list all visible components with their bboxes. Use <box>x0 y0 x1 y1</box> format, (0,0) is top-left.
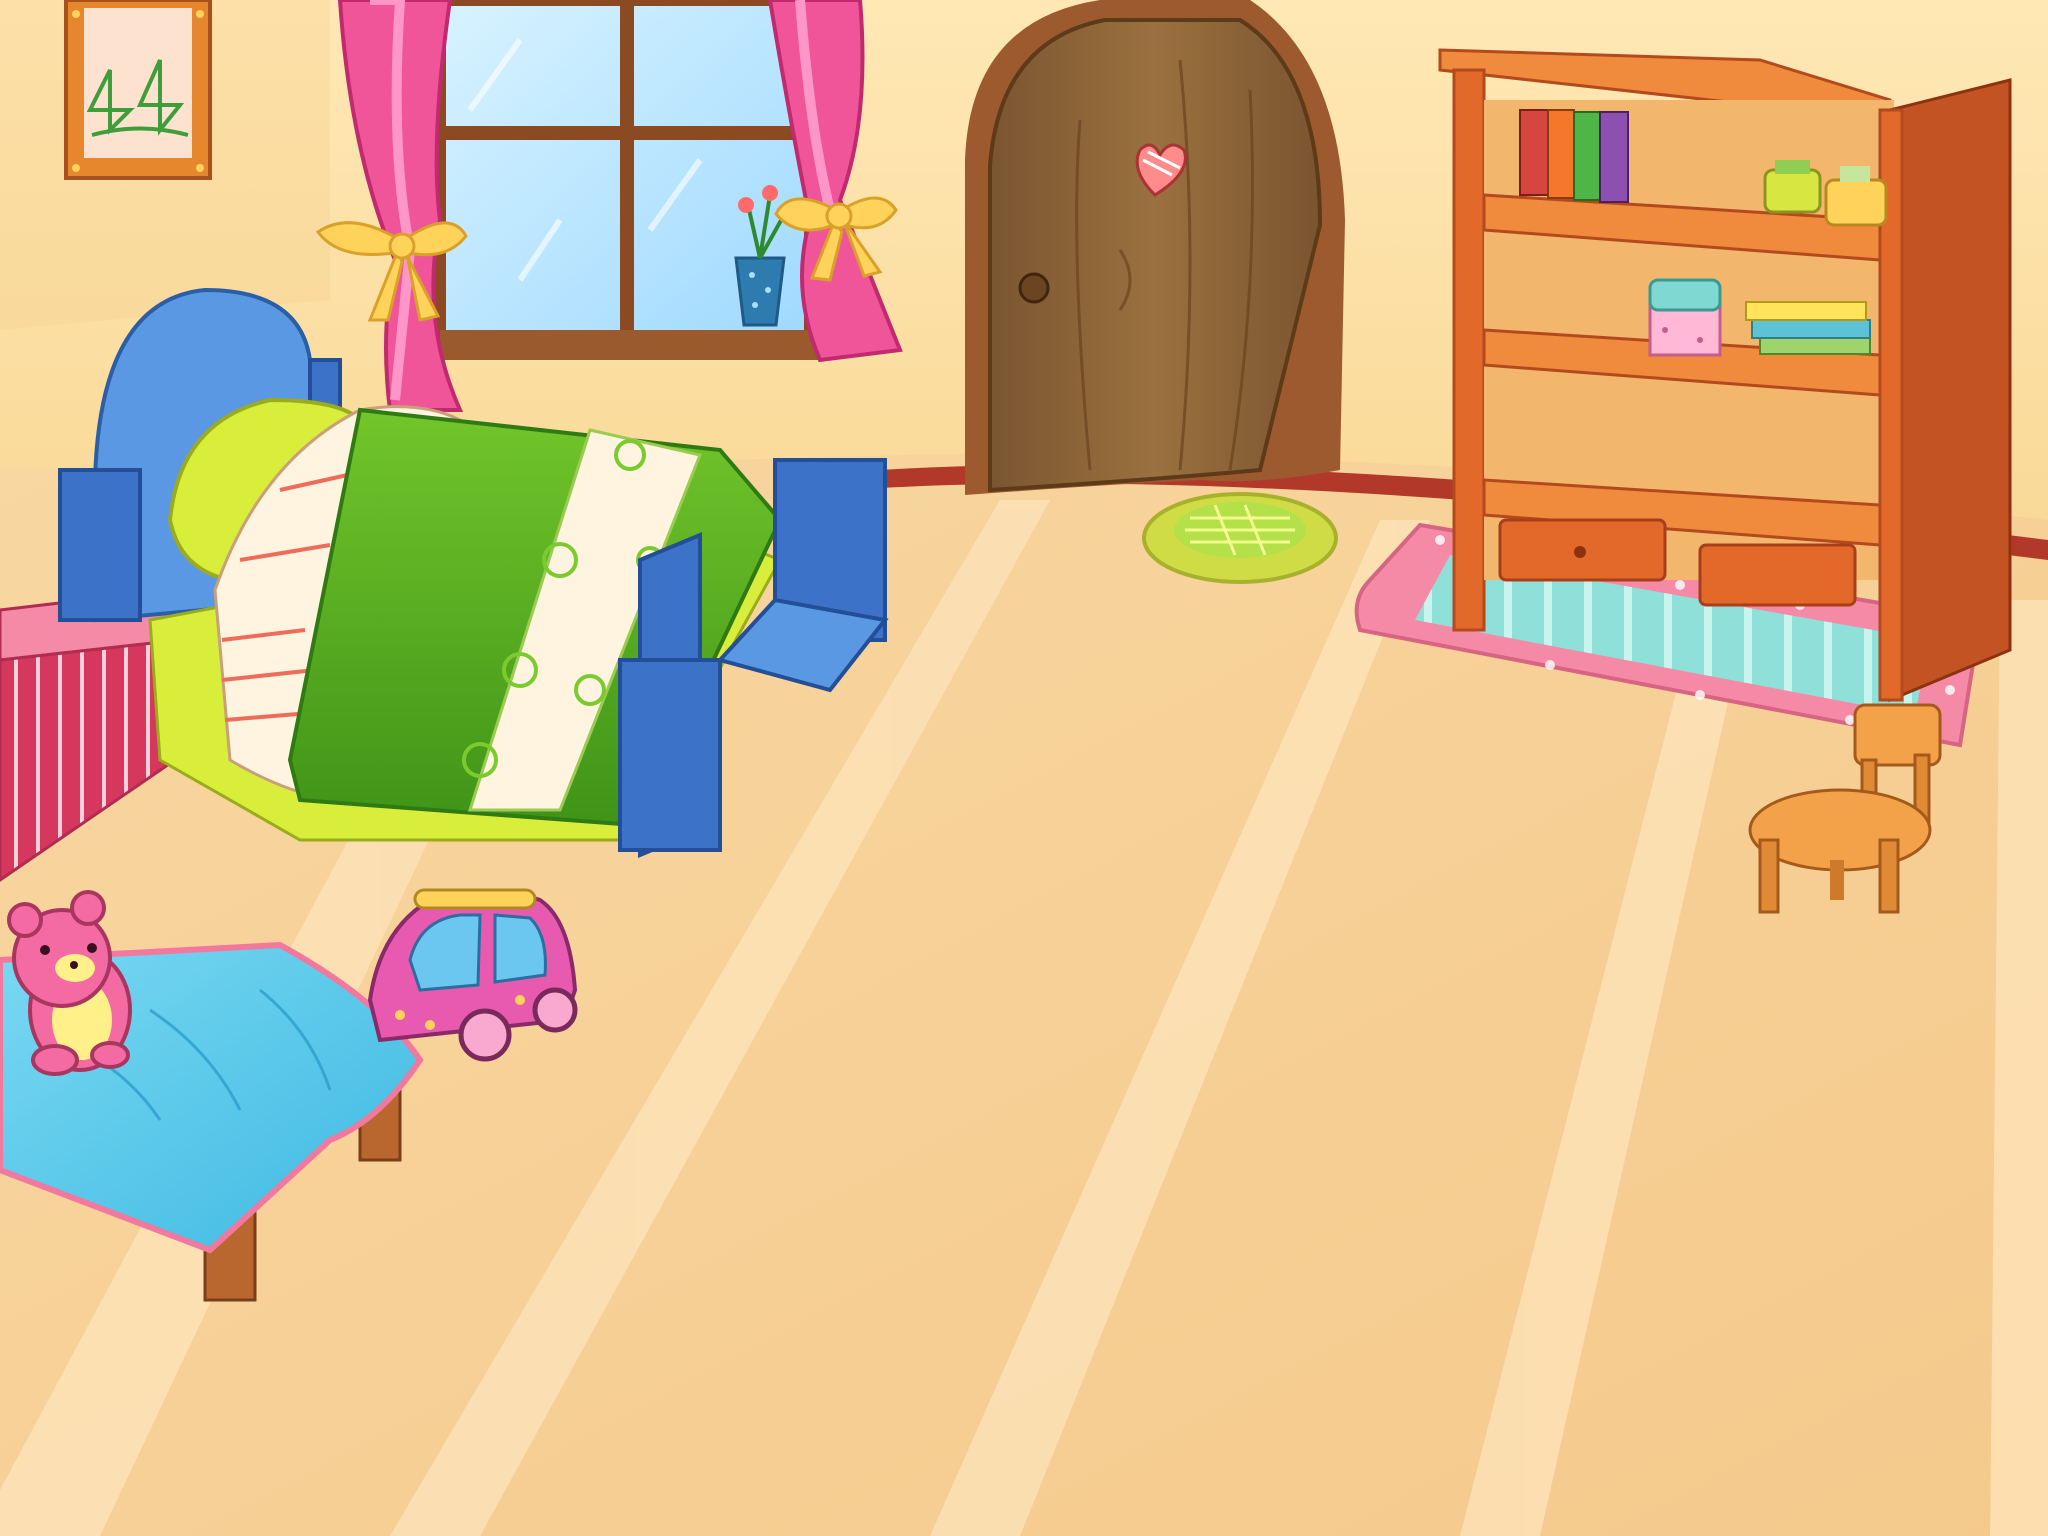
car-wheel-front <box>458 1008 512 1062</box>
books <box>1519 109 1629 203</box>
round-rug <box>1142 492 1338 584</box>
gift-box <box>1648 278 1722 357</box>
door-knob[interactable] <box>1018 272 1050 304</box>
stacked-books <box>1745 301 1871 355</box>
bedroom-scene <box>0 0 2048 1536</box>
car-wheel-back <box>532 987 578 1033</box>
picture-frame <box>64 0 212 180</box>
door[interactable] <box>965 0 1345 495</box>
window-sill <box>440 330 818 360</box>
